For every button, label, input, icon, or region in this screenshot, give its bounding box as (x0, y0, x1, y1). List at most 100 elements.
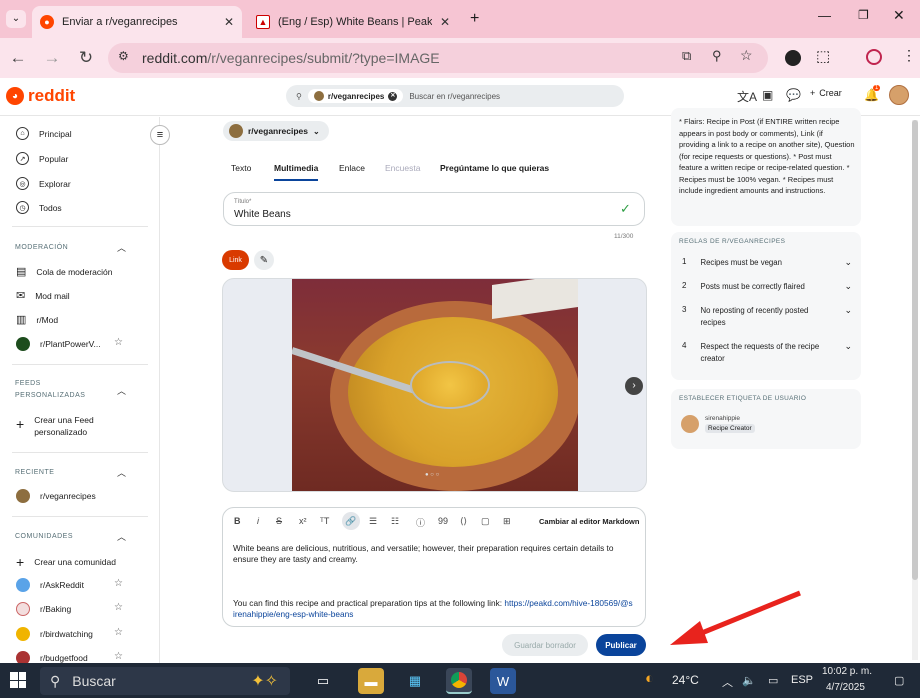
word-icon[interactable]: W (490, 668, 516, 694)
extension-icon[interactable] (785, 50, 801, 66)
code-icon[interactable]: ⟨⟩ (460, 516, 467, 527)
tab-enlace[interactable]: Enlace (339, 163, 365, 173)
temperature[interactable]: 24°C (672, 673, 699, 687)
chevron-up-icon[interactable]: ︿ (117, 466, 126, 479)
chevron-up-icon[interactable]: ︿ (117, 384, 126, 397)
image-carousel[interactable]: › ● ○ ○ (222, 278, 647, 492)
create-feed-button[interactable]: + Crear una Feed personalizado (16, 414, 126, 438)
publish-button[interactable]: Publicar (596, 634, 646, 656)
bookmark-star-icon[interactable]: ☆ (740, 47, 753, 64)
superscript-icon[interactable]: x² (299, 516, 307, 526)
close-tab-icon[interactable]: ✕ (224, 15, 234, 29)
site-info-icon[interactable]: ⚙ (118, 49, 129, 63)
chrome-icon[interactable] (446, 668, 472, 694)
translate-icon[interactable]: 文A (737, 88, 757, 105)
sidebar-item-principal[interactable]: ⌂ Principal (16, 127, 72, 140)
sidebar-item-todos[interactable]: ◷ Todos (16, 201, 62, 214)
taskbar-search[interactable]: ⚲ Buscar ✦✧ (40, 667, 290, 695)
notifications-icon[interactable]: ▢ (894, 674, 904, 687)
numbered-list-icon[interactable]: ☷ (391, 516, 399, 527)
collapse-sidebar-button[interactable]: ≡ (150, 125, 170, 145)
close-tab-icon[interactable]: ✕ (440, 15, 450, 29)
rule-item[interactable]: 3 No reposting of recently posted recipes… (682, 305, 852, 329)
maximize-icon[interactable]: ❐ (858, 8, 869, 22)
sidebar-item-explorar[interactable]: ◎ Explorar (16, 177, 71, 190)
carousel-next-button[interactable]: › (625, 377, 643, 395)
windows-start-icon[interactable] (10, 672, 26, 688)
user-avatar[interactable] (889, 85, 909, 105)
code-block-icon[interactable]: ▢ (481, 516, 490, 527)
file-explorer-icon[interactable]: ▬ (358, 668, 384, 694)
remove-chip-icon[interactable]: ✕ (388, 91, 398, 101)
rule-item[interactable]: 4 Respect the requests of the recipe crea… (682, 341, 852, 365)
chevron-up-icon[interactable]: ︿ (117, 530, 126, 543)
clock-date[interactable]: 4/7/2025 (826, 682, 865, 693)
sidebar-item-baking[interactable]: r/Baking ☆ (16, 602, 136, 616)
sidebar-item-veganrecipes[interactable]: r/veganrecipes (16, 489, 96, 503)
tab-texto[interactable]: Texto (231, 163, 251, 173)
rule-item[interactable]: 1 Recipes must be vegan ⌄ (682, 257, 852, 269)
favorite-star-icon[interactable]: ☆ (114, 578, 123, 589)
quote-icon[interactable]: 99 (438, 516, 448, 526)
chat-icon[interactable]: 💬 (786, 88, 801, 102)
profile-icon[interactable] (866, 49, 882, 65)
chevron-up-icon[interactable]: ︿ (117, 241, 126, 254)
heading-icon[interactable]: ᵀT (320, 516, 329, 526)
scrollbar-thumb[interactable] (912, 120, 918, 580)
sidebar-item-plantpower[interactable]: r/PlantPowerV... ☆ (16, 337, 136, 351)
link-flair-button[interactable]: Link (222, 250, 249, 270)
link-icon[interactable]: 🔗 (342, 512, 360, 530)
sidebar-item-askreddit[interactable]: r/AskReddit ☆ (16, 578, 136, 592)
browser-menu-icon[interactable]: ⋮ (902, 47, 916, 64)
tab-peakd[interactable]: ▲ (Eng / Esp) White Beans | PeakD ✕ (248, 6, 458, 38)
reddit-logo[interactable]: ◕ reddit (6, 86, 75, 106)
page-scrollbar[interactable] (912, 120, 918, 660)
microsoft-store-icon[interactable]: ▦ (402, 668, 428, 694)
favorite-star-icon[interactable]: ☆ (114, 337, 123, 348)
zoom-icon[interactable]: ⚲ (712, 48, 722, 64)
favorite-star-icon[interactable]: ☆ (114, 627, 123, 638)
tab-reddit-submit[interactable]: ● Enviar a r/veganrecipes ✕ (32, 6, 242, 38)
user-flair-card[interactable]: ESTABLECER ETIQUETA DE USUARIO sirenahip… (671, 389, 861, 449)
cast-icon[interactable]: ⧉ (682, 48, 691, 64)
search-scope-chip[interactable]: r/veganrecipes ✕ (307, 89, 404, 103)
address-bar[interactable]: ⚙ reddit.com/r/veganrecipes/submit/?type… (108, 43, 768, 73)
advertise-icon[interactable]: ▣ (762, 88, 773, 102)
strikethrough-icon[interactable]: S (276, 516, 282, 526)
search-bar[interactable]: ⚲ r/veganrecipes ✕ Buscar en r/veganrecip… (286, 85, 624, 107)
minimize-icon[interactable]: — (818, 8, 831, 23)
bulleted-list-icon[interactable]: ☰ (369, 516, 377, 527)
tab-multimedia[interactable]: Multimedia (274, 163, 318, 173)
sidebar-item-birdwatching[interactable]: r/birdwatching ☆ (16, 627, 136, 641)
new-tab-button[interactable]: + (470, 10, 479, 28)
tab-list-button[interactable]: ⌄ (6, 10, 26, 28)
spoiler-icon[interactable]: ⓘ (416, 516, 425, 529)
subreddit-selector[interactable]: r/veganrecipes ⌄ (223, 121, 329, 141)
language-indicator[interactable]: ESP (791, 674, 813, 686)
favorite-star-icon[interactable]: ☆ (114, 651, 123, 662)
close-window-icon[interactable]: ✕ (893, 7, 905, 24)
forward-icon[interactable]: → (40, 48, 64, 68)
edit-flair-icon[interactable]: ✎ (254, 250, 274, 270)
sidebar-item-popular[interactable]: ↗ Popular (16, 152, 68, 165)
back-icon[interactable]: ← (6, 48, 30, 68)
task-view-icon[interactable]: ▭ (310, 668, 336, 694)
italic-icon[interactable]: i (257, 516, 259, 526)
sidebar-item-modmail[interactable]: ✉ Mod mail (16, 289, 70, 302)
bold-icon[interactable]: B (234, 516, 241, 526)
sidebar-item-rmod[interactable]: ▥ r/Mod (16, 313, 58, 326)
save-draft-button[interactable]: Guardar borrador (502, 634, 588, 656)
tab-ama[interactable]: Pregúntame lo que quieras (440, 163, 549, 173)
table-icon[interactable]: ⊞ (503, 516, 511, 527)
favorite-star-icon[interactable]: ☆ (114, 602, 123, 613)
title-field[interactable]: Título* White Beans ✓ (223, 192, 645, 226)
extensions-puzzle-icon[interactable]: ⬚ (816, 47, 830, 65)
sidebar-item-modqueue[interactable]: ▤ Cola de moderación (16, 265, 112, 278)
create-community-button[interactable]: + Crear una comunidad (16, 554, 116, 570)
reload-icon[interactable]: ↻ (74, 48, 98, 68)
create-post-button[interactable]: + Crear (810, 88, 842, 98)
clock-time[interactable]: 10:02 p. m. (822, 666, 872, 677)
chevron-up-icon[interactable]: ︿ (722, 674, 733, 690)
volume-icon[interactable]: 🔈 (742, 674, 756, 687)
switch-markdown-button[interactable]: Cambiar al editor Markdown (539, 517, 639, 526)
